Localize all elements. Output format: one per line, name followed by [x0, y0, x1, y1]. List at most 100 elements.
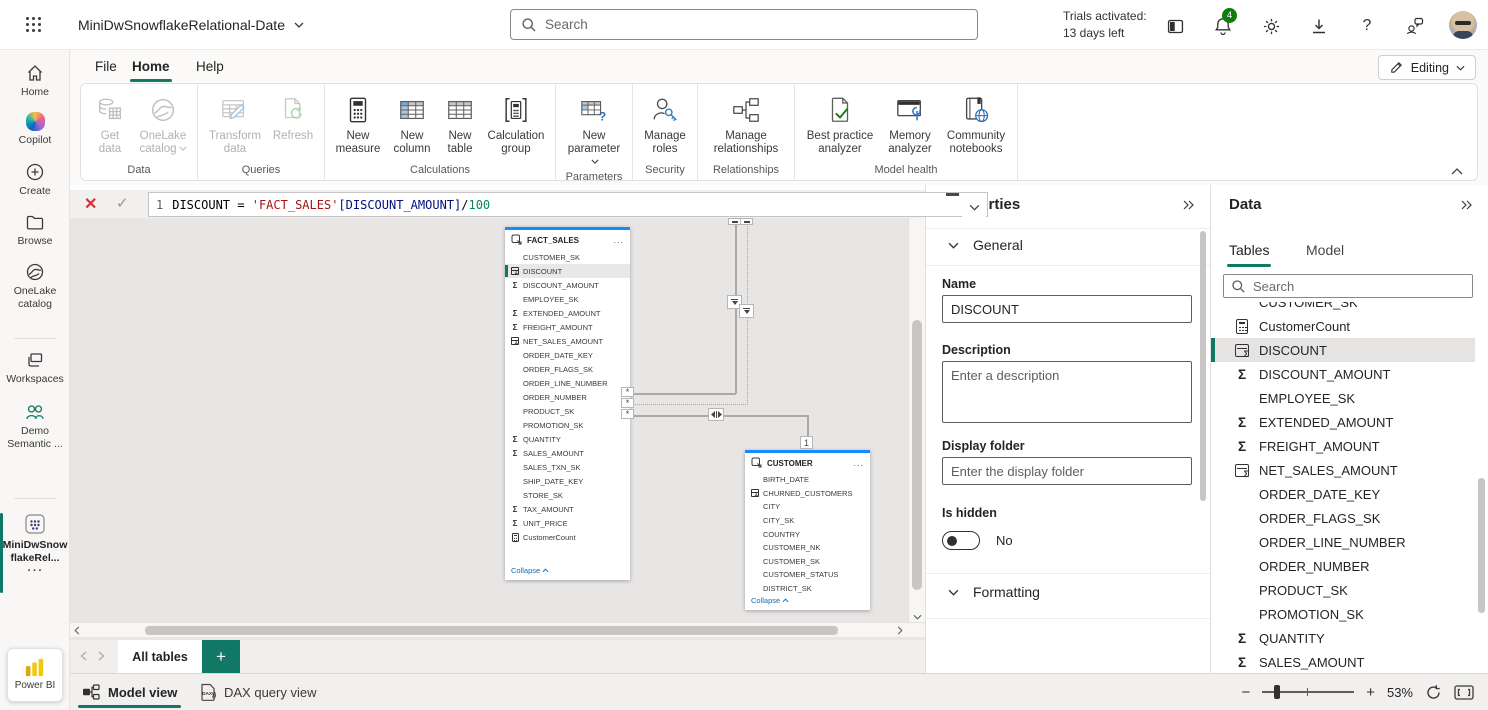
table-field-row[interactable]: CUSTOMER_SK	[745, 555, 870, 569]
one-cardinality-marker[interactable]: 1	[800, 436, 813, 449]
table-field-row[interactable]: CHURNED_CUSTOMERS	[745, 487, 870, 501]
tab-all-tables[interactable]: All tables	[118, 640, 202, 673]
zoom-slider[interactable]	[1262, 691, 1354, 693]
many-cardinality-marker[interactable]: *	[621, 387, 634, 397]
table-field-row[interactable]: EXTENDED_AMOUNT	[505, 306, 630, 320]
sidebar-item-more[interactable]: ...	[0, 558, 70, 576]
refresh-button[interactable]: Refresh	[268, 93, 318, 145]
data-field-row[interactable]: ORDER_FLAGS_SK	[1211, 506, 1475, 530]
add-layout-button[interactable]: +	[202, 640, 240, 673]
table-field-row[interactable]: PRODUCT_SK	[505, 404, 630, 418]
formula-input[interactable]: 1 DISCOUNT = 'FACT_SALES'[DISCOUNT_AMOUN…	[148, 192, 988, 217]
sidebar-item-home[interactable]: Home	[0, 63, 70, 99]
table-field-row[interactable]: ORDER_DATE_KEY	[505, 348, 630, 362]
zoom-slider-thumb[interactable]	[1274, 685, 1280, 699]
community-notebooks-button[interactable]: Community notebooks	[941, 93, 1011, 158]
table-field-row[interactable]: BIRTH_DATE	[745, 473, 870, 487]
data-field-row[interactable]: NET_SALES_AMOUNT	[1211, 458, 1475, 482]
tab-file[interactable]: File	[91, 50, 121, 83]
data-field-row[interactable]: SALES_AMOUNT	[1211, 650, 1475, 673]
table-menu-icon[interactable]: ...	[853, 458, 864, 468]
data-field-row[interactable]: CustomerCount	[1211, 314, 1475, 338]
table-field-row[interactable]: CUSTOMER_STATUS	[745, 568, 870, 582]
table-field-row[interactable]: CITY_SK	[745, 514, 870, 528]
data-field-row[interactable]: DISCOUNT	[1211, 338, 1475, 362]
data-search-input[interactable]: Search	[1223, 274, 1473, 298]
table-card-fact-sales[interactable]: FACT_SALES ... CUSTOMER_SK DISCOUNT	[505, 227, 630, 580]
description-field[interactable]	[942, 361, 1192, 423]
sidebar-item-browse[interactable]: Browse	[0, 212, 70, 248]
table-field-row[interactable]: CUSTOMER_SK	[505, 250, 630, 264]
table-field-row[interactable]: DISCOUNT_AMOUNT	[505, 278, 630, 292]
memory-analyzer-button[interactable]: Memory analyzer	[881, 93, 939, 158]
scroll-down-icon[interactable]	[913, 614, 922, 620]
prev-layout-icon[interactable]	[76, 649, 90, 663]
tab-help[interactable]: Help	[192, 50, 228, 83]
panel-scrollbar-thumb[interactable]	[1478, 478, 1485, 613]
editing-mode-button[interactable]: Editing	[1378, 55, 1476, 80]
data-field-row[interactable]: PRODUCT_SK	[1211, 578, 1475, 602]
data-field-row[interactable]: QUANTITY	[1211, 626, 1475, 650]
section-formatting[interactable]: Formatting	[948, 584, 1040, 600]
scroll-left-icon[interactable]	[74, 626, 80, 635]
canvas-horizontal-scrollbar[interactable]	[70, 622, 925, 637]
relationship-line-inactive[interactable]	[632, 404, 748, 405]
table-menu-icon[interactable]: ...	[613, 235, 624, 245]
model-diagram-canvas[interactable]: * * * 1 FACT_SALES ... CUSTOMER_SK	[70, 218, 925, 640]
filter-direction-arrow[interactable]	[739, 304, 754, 318]
is-hidden-toggle[interactable]	[942, 531, 980, 550]
transform-data-button[interactable]: Transform data	[204, 93, 266, 158]
settings-gear-icon[interactable]	[1259, 14, 1283, 38]
bidirectional-filter-marker[interactable]	[708, 408, 724, 421]
sidebar-item-onelake-catalog[interactable]: OneLake catalog	[0, 262, 70, 310]
new-column-button[interactable]: New column	[387, 93, 437, 158]
feedback-icon[interactable]	[1403, 14, 1427, 38]
table-field-row[interactable]: FREIGHT_AMOUNT	[505, 320, 630, 334]
sidebar-item-demo-semantic[interactable]: Demo Semantic ...	[0, 402, 70, 450]
panel-scrollbar-thumb[interactable]	[1200, 231, 1206, 501]
dax-query-view-tab[interactable]: DAX DAX query view	[200, 674, 316, 710]
fit-refresh-icon[interactable]	[1425, 684, 1442, 701]
table-field-row[interactable]: DISTRICT_SK	[745, 582, 870, 596]
table-field-row[interactable]: UNIT_PRICE	[505, 516, 630, 530]
new-table-button[interactable]: New table	[439, 93, 481, 158]
get-data-button[interactable]: Get data	[87, 93, 133, 158]
table-field-row[interactable]: SALES_AMOUNT	[505, 446, 630, 460]
tab-model[interactable]: Model	[1306, 242, 1344, 258]
table-field-row[interactable]: CITY	[745, 500, 870, 514]
sidebar-item-workspaces[interactable]: Workspaces	[0, 350, 70, 386]
display-folder-field[interactable]	[942, 457, 1192, 485]
onelake-catalog-button[interactable]: OneLake catalog	[135, 93, 191, 158]
side-pane-toggle-icon[interactable]	[1163, 14, 1187, 38]
app-launcher-icon[interactable]	[24, 15, 44, 35]
calculation-group-button[interactable]: Calculation group	[483, 93, 549, 158]
table-field-row[interactable]: ORDER_NUMBER	[505, 390, 630, 404]
tab-home[interactable]: Home	[128, 50, 174, 83]
table-field-row[interactable]: NET_SALES_AMOUNT	[505, 334, 630, 348]
many-cardinality-marker[interactable]: *	[621, 398, 634, 408]
formula-commit-icon[interactable]: ✓	[116, 194, 129, 212]
notifications-bell-icon[interactable]: 4	[1211, 14, 1235, 38]
data-field-row[interactable]: EMPLOYEE_SK	[1211, 386, 1475, 410]
table-field-row[interactable]: COUNTRY	[745, 527, 870, 541]
table-field-row[interactable]: EMPLOYEE_SK	[505, 292, 630, 306]
sidebar-item-current-model[interactable]: MiniDwSnowflakeRel...	[0, 512, 70, 564]
formula-expand-icon[interactable]	[962, 195, 986, 219]
next-layout-icon[interactable]	[94, 649, 108, 663]
data-field-row[interactable]: PROMOTION_SK	[1211, 602, 1475, 626]
manage-roles-button[interactable]: Manage roles	[639, 93, 691, 158]
table-field-row[interactable]: ORDER_FLAGS_SK	[505, 362, 630, 376]
table-field-row[interactable]: STORE_SK	[505, 488, 630, 502]
tab-tables[interactable]: Tables	[1229, 242, 1269, 258]
table-field-row[interactable]: QUANTITY	[505, 432, 630, 446]
table-field-row[interactable]: CustomerCount	[505, 530, 630, 544]
sidebar-item-copilot[interactable]: Copilot	[0, 112, 70, 147]
section-general[interactable]: General	[948, 237, 1023, 253]
canvas-vertical-scrollbar[interactable]	[908, 218, 925, 622]
table-field-row[interactable]: ORDER_LINE_NUMBER	[505, 376, 630, 390]
data-field-row[interactable]: EXTENDED_AMOUNT	[1211, 410, 1475, 434]
search-input[interactable]: Search	[510, 9, 978, 40]
scroll-right-icon[interactable]	[897, 626, 903, 635]
best-practice-analyzer-button[interactable]: Best practice analyzer	[801, 93, 879, 158]
table-field-row[interactable]: PROMOTION_SK	[505, 418, 630, 432]
